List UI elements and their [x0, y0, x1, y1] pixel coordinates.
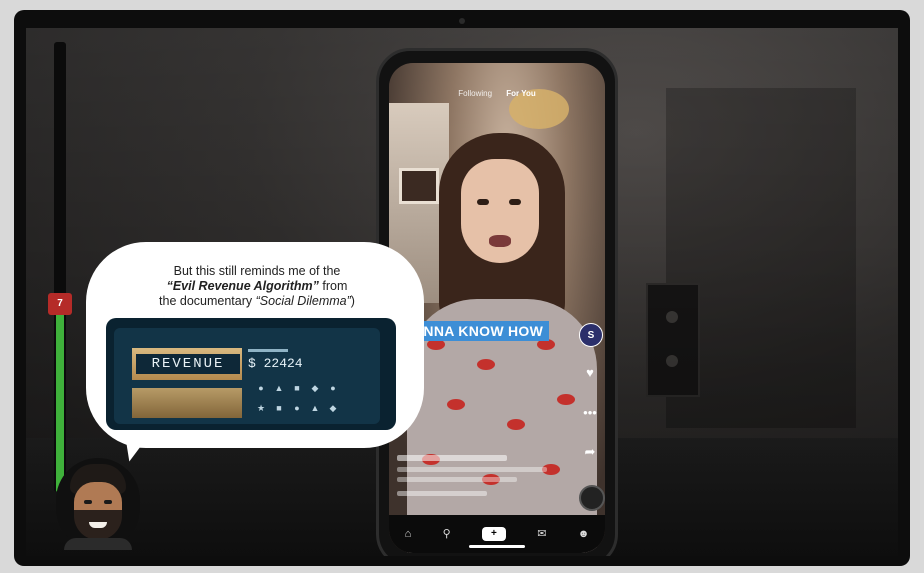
revenue-panel-lower	[132, 388, 242, 418]
search-icon: ⚲	[442, 528, 451, 540]
sound-name-blurred	[397, 491, 487, 496]
username-blurred	[397, 455, 507, 461]
inbox-icon: ✉	[537, 528, 547, 540]
video-wall-art	[399, 168, 439, 204]
bubble-documentary-title: “Social Dilemma”	[255, 294, 351, 308]
pattern-dot	[507, 419, 525, 430]
video-person-mouth	[489, 235, 511, 247]
app-icon: ■	[276, 403, 282, 413]
app-icon: ▲	[310, 403, 320, 413]
nav-inbox[interactable]: ✉	[537, 528, 546, 540]
documentary-still: REVENUE $ 22424 ● ▲ ■ ◆ ● ★ ■ ● ▲ ◆	[106, 318, 396, 430]
app-icon: ■	[294, 383, 300, 393]
video-frame: 7 Following For You ANNA KNOW HOW S ♥ ••…	[26, 28, 898, 556]
comment-icon[interactable]: •••	[579, 401, 601, 423]
profile-icon: ☻	[577, 528, 590, 540]
bubble-line-3-pre: the documentary	[159, 294, 256, 308]
bubble-line-2-rest: from	[318, 279, 348, 293]
revenue-stat-caption	[248, 348, 288, 354]
feed-tabs: Following For You	[389, 89, 605, 98]
bubble-line-3: the documentary “Social Dilemma”)	[96, 294, 418, 309]
app-icon: ●	[294, 403, 300, 413]
bubble-line-2: “Evil Revenue Algorithm” from	[96, 279, 418, 294]
pattern-dot	[447, 399, 465, 410]
nav-discover[interactable]: ⚲	[443, 528, 451, 540]
nav-home[interactable]: ⌂	[405, 528, 412, 540]
avatar-eye	[104, 500, 112, 504]
monitor: 7 Following For You ANNA KNOW HOW S ♥ ••…	[0, 0, 924, 573]
bubble-emphasis: “Evil Revenue Algorithm”	[166, 279, 319, 293]
nav-create[interactable]: +	[481, 527, 506, 541]
tab-for-you[interactable]: For You	[506, 89, 535, 98]
app-icon: ◆	[311, 383, 319, 393]
tab-following[interactable]: Following	[458, 89, 492, 98]
app-icon: ◆	[329, 403, 337, 413]
app-icon-grid: ● ▲ ■ ◆ ● ★ ■ ● ▲ ◆	[252, 378, 352, 413]
speech-bubble-text: But this still reminds me of the “Evil R…	[96, 264, 418, 309]
video-caption: ANNA KNOW HOW	[407, 321, 550, 341]
nav-profile[interactable]: ☻	[578, 528, 590, 540]
plus-icon: +	[481, 527, 506, 541]
pattern-dot	[477, 359, 495, 370]
home-icon: ⌂	[404, 528, 412, 540]
video-person-eye	[477, 199, 489, 205]
description-blurred	[397, 477, 517, 482]
webcam-icon	[459, 18, 465, 24]
level-meter-marker: 7	[48, 293, 72, 315]
revenue-stat-value: $ 22424	[248, 356, 303, 371]
app-icon: ★	[256, 403, 266, 413]
video-description-blurred	[397, 455, 567, 496]
description-blurred	[397, 467, 547, 472]
app-icon: ●	[258, 383, 264, 393]
bubble-line-3-post: )	[350, 294, 355, 308]
app-icon: ●	[330, 383, 336, 393]
pattern-dot	[557, 394, 575, 405]
avatar-shirt	[64, 538, 132, 550]
home-indicator	[469, 545, 525, 548]
avatar-eye	[84, 500, 92, 504]
revenue-label: REVENUE	[136, 354, 240, 374]
creator-avatar-icon[interactable]: S	[579, 323, 603, 347]
app-icon: ▲	[274, 383, 284, 393]
heart-icon[interactable]: ♥	[579, 361, 601, 383]
share-icon[interactable]: ➦	[579, 441, 601, 463]
video-person-eye	[509, 199, 521, 205]
sound-disc-icon[interactable]	[579, 485, 605, 511]
bubble-line-1: But this still reminds me of the	[173, 264, 341, 278]
commentator-avatar	[56, 458, 140, 550]
video-person-face	[461, 159, 539, 263]
